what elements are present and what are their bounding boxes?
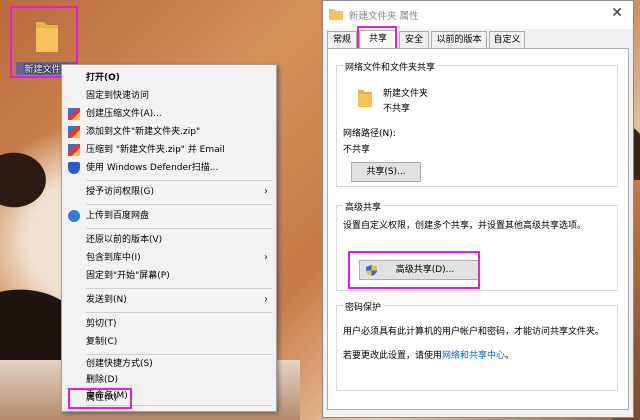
share-status: 不共享 <box>383 104 411 114</box>
advanced-sharing-description: 设置自定义权限，创建多个共享，并设置其他高级共享选项。 <box>343 221 587 231</box>
folder-icon <box>36 22 58 52</box>
menu-separator <box>86 204 272 205</box>
menu-separator <box>86 180 272 181</box>
menu-item-baidu-upload[interactable]: 上传到百度网盘 <box>62 207 276 225</box>
chevron-right-icon: › <box>264 186 268 197</box>
share-button[interactable]: 共享(S)... <box>351 162 421 182</box>
menu-item-label: 剪切(T) <box>86 319 117 329</box>
advanced-sharing-label: 高级共享(D)... <box>395 265 455 275</box>
group-title: 高级共享 <box>343 200 384 213</box>
menu-item-copy[interactable]: 复制(C) <box>62 333 276 351</box>
menu-item-open[interactable]: 打开(O) <box>62 69 276 87</box>
chevron-right-icon: › <box>264 252 268 263</box>
menu-item-label: 添加到文件"新建文件夹.zip" <box>86 127 201 137</box>
shield-icon <box>68 162 80 174</box>
tab-customize[interactable]: 自定义 <box>489 31 525 48</box>
title-bar[interactable]: 新建文件夹 属性 ✕ <box>323 1 633 29</box>
menu-separator <box>86 312 272 313</box>
menu-item-label: 固定到快速访问 <box>86 91 150 101</box>
network-path-value: 不共享 <box>343 145 371 155</box>
network-sharing-group: 网络文件和文件夹共享 新建文件夹 不共享 网络路径(N): 不共享 共享(S).… <box>336 60 618 187</box>
change-prefix: 若要更改此设置，请使用 <box>343 351 443 361</box>
properties-window: 新建文件夹 属性 ✕ 常规 共享 安全 以前的版本 自定义 网络文件和文件夹共享… <box>322 0 634 418</box>
menu-item-include-library[interactable]: 包含到库中(I) › <box>62 249 276 267</box>
tab-label: 以前的版本 <box>436 35 482 45</box>
advanced-sharing-button[interactable]: 高级共享(D)... <box>359 260 479 280</box>
chevron-right-icon: › <box>264 294 268 305</box>
menu-item-label: 创建压缩文件(A)... <box>86 109 162 119</box>
tab-label: 常规 <box>332 35 351 45</box>
menu-item-restore-versions[interactable]: 还原以前的版本(V) <box>62 231 276 249</box>
archive-icon <box>68 126 80 138</box>
menu-item-send-to[interactable]: 发送到(N) › <box>62 291 276 309</box>
archive-icon <box>68 108 80 120</box>
menu-item-label: 还原以前的版本(V) <box>86 235 163 245</box>
tab-general[interactable]: 常规 <box>327 31 357 48</box>
menu-item-label: 固定到"开始"屏幕(P) <box>86 271 170 281</box>
network-path-label: 网络路径(N): <box>343 129 396 139</box>
menu-item-grant-access[interactable]: 授予访问权限(G) › <box>62 183 276 201</box>
tab-sharing[interactable]: 共享 <box>359 30 397 49</box>
menu-item-label: 属性(R) <box>86 393 118 403</box>
menu-item-pin-start[interactable]: 固定到"开始"屏幕(P) <box>62 267 276 285</box>
tab-label: 安全 <box>404 35 423 45</box>
cloud-icon <box>68 210 80 222</box>
menu-item-zip-and-email[interactable]: 压缩到 "新建文件夹.zip" 并 Email <box>62 141 276 159</box>
window-title: 新建文件夹 属性 <box>349 11 419 22</box>
menu-item-label: 压缩到 "新建文件夹.zip" 并 Email <box>86 145 225 155</box>
menu-item-properties-row[interactable]: 属性(R) <box>62 389 274 407</box>
group-title: 网络文件和文件夹共享 <box>343 60 438 73</box>
menu-item-label: 授予访问权限(G) <box>86 187 154 197</box>
tab-label: 自定义 <box>493 35 521 45</box>
tab-previous-versions[interactable]: 以前的版本 <box>431 31 487 48</box>
advanced-sharing-group: 高级共享 设置自定义权限，创建多个共享，并设置其他高级共享选项。 高级共享(D)… <box>336 200 618 291</box>
sharing-panel: 网络文件和文件夹共享 新建文件夹 不共享 网络路径(N): 不共享 共享(S).… <box>327 48 629 410</box>
password-description: 用户必须具有此计算机的用户帐户和密码，才能访问共享文件夹。 <box>343 327 605 337</box>
tab-label: 共享 <box>368 34 387 44</box>
menu-item-label: 打开(O) <box>86 73 120 83</box>
change-setting-text: 若要更改此设置，请使用网络和共享中心。 <box>343 348 514 361</box>
menu-item-defender-scan[interactable]: 使用 Windows Defender扫描... <box>62 159 276 177</box>
menu-item-label: 包含到库中(I) <box>86 253 141 263</box>
menu-item-label: 复制(C) <box>86 337 118 347</box>
menu-item-add-to-zip[interactable]: 添加到文件"新建文件夹.zip" <box>62 123 276 141</box>
menu-item-label: 使用 Windows Defender扫描... <box>86 163 219 173</box>
archive-icon <box>68 144 80 156</box>
password-protection-group: 密码保护 用户必须具有此计算机的用户帐户和密码，才能访问共享文件夹。 若要更改此… <box>336 300 618 391</box>
menu-item-cut[interactable]: 剪切(T) <box>62 315 276 333</box>
folder-icon <box>329 9 343 20</box>
menu-item-create-archive[interactable]: 创建压缩文件(A)... <box>62 105 276 123</box>
menu-separator <box>86 288 272 289</box>
menu-item-label: 上传到百度网盘 <box>86 211 150 221</box>
network-sharing-center-link[interactable]: 网络和共享中心 <box>442 351 505 361</box>
folder-icon <box>358 90 372 107</box>
context-menu: 打开(O) 固定到快速访问 创建压缩文件(A)... 添加到文件"新建文件夹.z… <box>61 64 277 412</box>
menu-item-pin-quick-access[interactable]: 固定到快速访问 <box>62 87 276 105</box>
folder-name: 新建文件夹 <box>383 89 429 99</box>
menu-item-label: 删除(D) <box>86 375 118 385</box>
share-shield-icon <box>366 265 377 276</box>
tab-security[interactable]: 安全 <box>399 31 429 48</box>
group-title: 密码保护 <box>343 300 384 313</box>
change-suffix: 。 <box>505 351 515 361</box>
close-icon[interactable]: ✕ <box>611 5 623 21</box>
menu-item-label: 创建快捷方式(S) <box>86 359 153 369</box>
menu-item-label: 发送到(N) <box>86 295 127 305</box>
menu-separator <box>86 228 272 229</box>
